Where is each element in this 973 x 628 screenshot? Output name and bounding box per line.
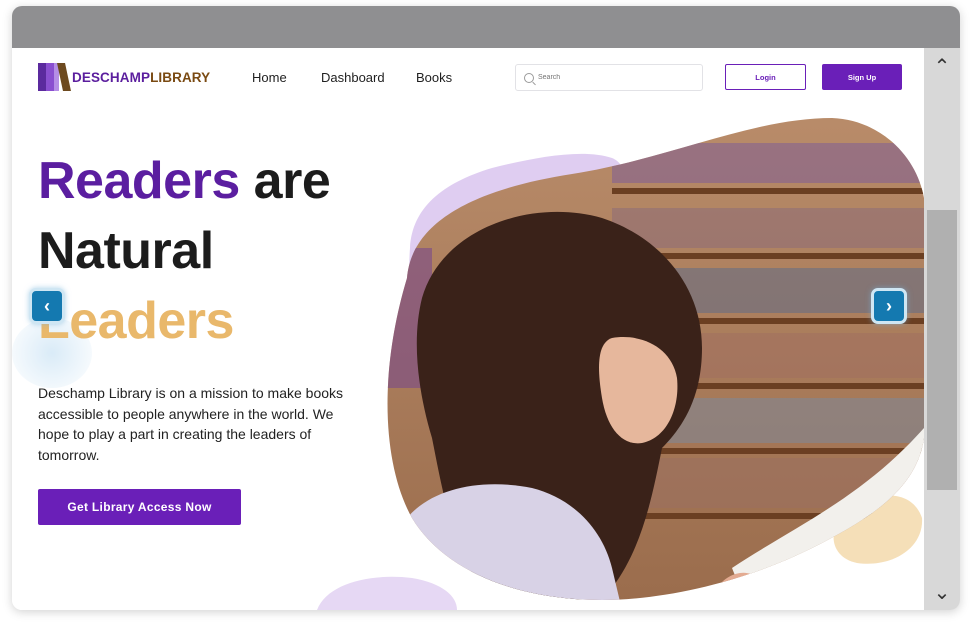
window-titlebar xyxy=(12,6,960,48)
scroll-down-button[interactable]: ⌄ xyxy=(924,574,960,610)
get-access-button[interactable]: Get Library Access Now xyxy=(38,489,241,525)
search-icon xyxy=(524,72,534,83)
browser-window: DESCHAMPLIBRARY Home Dashboard Books Log… xyxy=(12,6,960,610)
hero-description: Deschamp Library is on a mission to make… xyxy=(38,385,344,463)
login-button[interactable]: Login xyxy=(725,64,806,90)
carousel-prev-button[interactable]: ‹ xyxy=(29,288,65,324)
carousel-next-button[interactable]: › xyxy=(871,288,907,324)
vertical-scrollbar[interactable]: ⌃ ⌄ xyxy=(924,48,960,610)
headline-rest: are xyxy=(239,152,331,210)
hero-headline: Readers are Natural Leaders xyxy=(38,146,331,356)
chevron-down-icon: ⌄ xyxy=(933,581,951,604)
nav-home[interactable]: Home xyxy=(252,70,287,85)
brand-logo[interactable]: DESCHAMPLIBRARY xyxy=(38,63,210,91)
headline-accent: Readers xyxy=(38,152,240,210)
brand-name: DESCHAMPLIBRARY xyxy=(72,70,210,85)
chevron-right-icon: › xyxy=(886,296,892,316)
brand-name-part1: DESCHAMP xyxy=(72,69,151,85)
chevron-left-icon: ‹ xyxy=(44,296,50,316)
chevron-up-icon: ⌃ xyxy=(933,55,951,78)
signup-button[interactable]: Sign Up xyxy=(822,64,902,90)
brand-name-part2: LIBRARY xyxy=(150,69,211,85)
search-box[interactable] xyxy=(515,64,703,91)
nav-dashboard[interactable]: Dashboard xyxy=(321,70,385,85)
scroll-up-button[interactable]: ⌃ xyxy=(924,48,960,84)
scroll-thumb[interactable] xyxy=(927,210,957,490)
headline-line2: Natural xyxy=(38,222,214,280)
landing-page: DESCHAMPLIBRARY Home Dashboard Books Log… xyxy=(12,48,924,610)
headline-line3: Leaders xyxy=(38,292,234,350)
logo-icon xyxy=(38,63,71,91)
nav-books[interactable]: Books xyxy=(416,70,452,85)
search-input[interactable] xyxy=(538,74,688,81)
